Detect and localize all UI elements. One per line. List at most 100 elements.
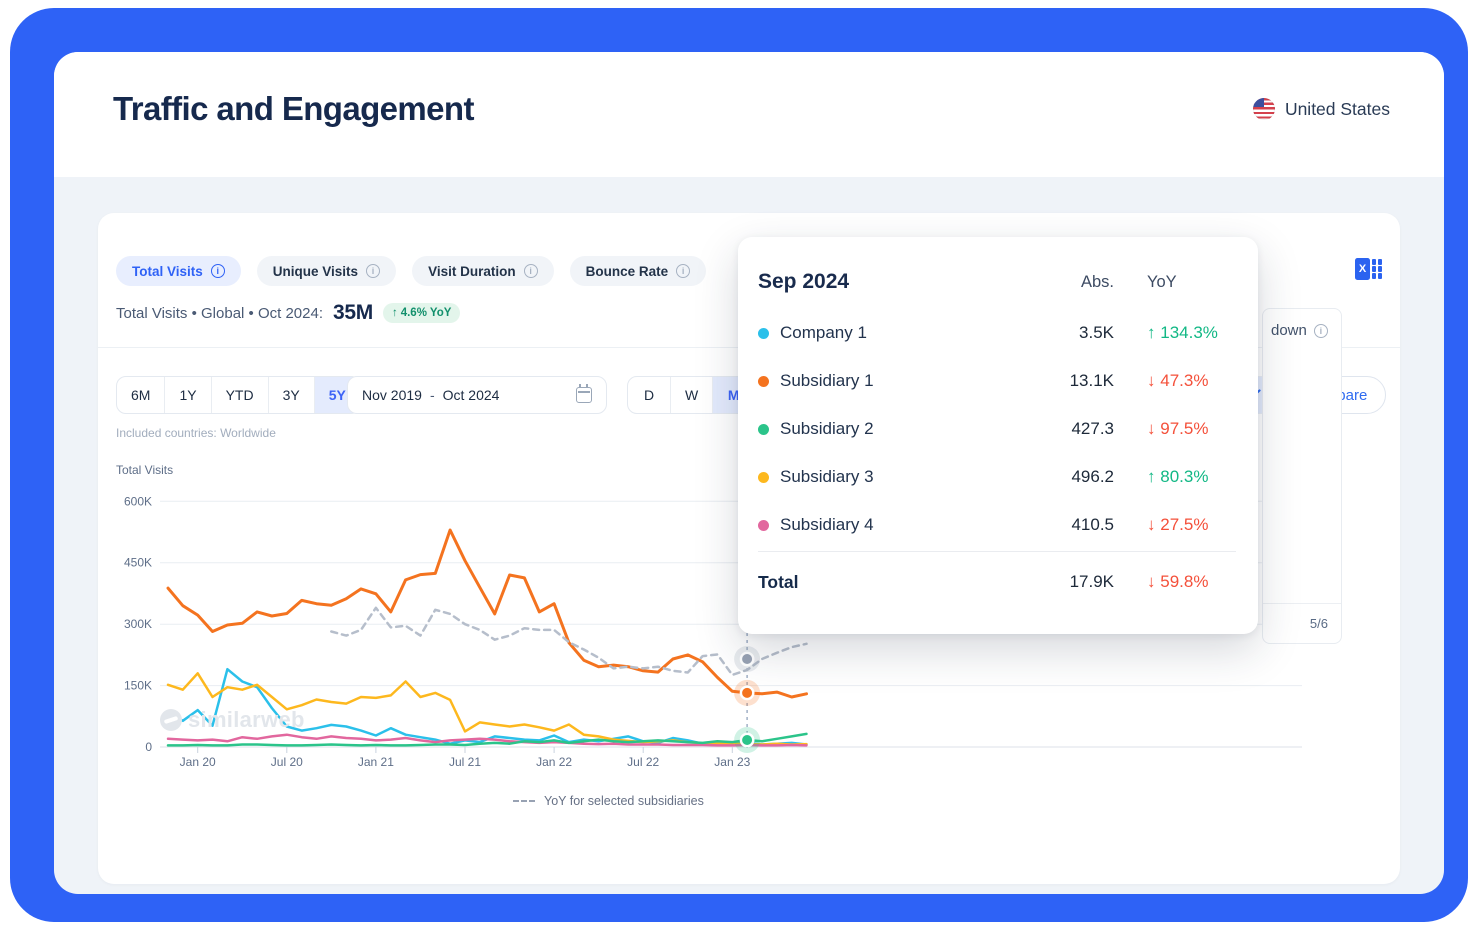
trend-arrow-icon: ↓: [1147, 371, 1156, 390]
yoy-value: ↑ 134.3%: [1147, 323, 1236, 343]
tab-total-visits[interactable]: Total Visits i: [116, 256, 241, 286]
yoy-value: ↑ 80.3%: [1147, 467, 1236, 487]
breakdown-panel-header: down i: [1263, 309, 1341, 352]
range-ytd[interactable]: YTD: [211, 377, 268, 413]
series-dot: [758, 424, 769, 435]
trend-arrow-icon: ↑: [1147, 323, 1156, 342]
tab-label: Unique Visits: [273, 264, 358, 279]
svg-text:450K: 450K: [124, 556, 152, 570]
panel-header-text: down: [1271, 322, 1307, 339]
tooltip-row-subsidiary-4: Subsidiary 4 410.5 ↓ 27.5%: [758, 501, 1236, 549]
page-title: Traffic and Engagement: [113, 90, 474, 128]
tooltip-col-abs: Abs.: [1024, 273, 1114, 292]
range-1y[interactable]: 1Y: [164, 377, 210, 413]
svg-text:Jan 20: Jan 20: [180, 755, 216, 769]
us-flag-icon: [1253, 98, 1275, 120]
svg-text:600K: 600K: [124, 494, 152, 508]
tooltip-header: Sep 2024 Abs. YoY: [758, 255, 1236, 309]
up-arrow-icon: ↑: [392, 307, 398, 319]
series-dot: [758, 376, 769, 387]
info-icon[interactable]: i: [676, 264, 690, 278]
country-label: United States: [1285, 99, 1390, 120]
tooltip-row-subsidiary-2: Subsidiary 2 427.3 ↓ 97.5%: [758, 405, 1236, 453]
yoy-badge: ↑ 4.6% YoY: [383, 303, 460, 323]
tab-unique-visits[interactable]: Unique Visits i: [257, 256, 396, 286]
tooltip-row-company-1: Company 1 3.5K ↑ 134.3%: [758, 309, 1236, 357]
granularity-week[interactable]: W: [670, 377, 712, 413]
summary-row: Total Visits • Global • Oct 2024: 35M ↑ …: [116, 301, 460, 325]
excel-export-icon[interactable]: X: [1355, 258, 1382, 280]
tab-bounce-rate[interactable]: Bounce Rate i: [570, 256, 707, 286]
yoy-value: ↓ 97.5%: [1147, 419, 1236, 439]
series-dot: [758, 520, 769, 531]
included-countries-note: Included countries: Worldwide: [116, 426, 276, 440]
svg-text:Jan 22: Jan 22: [536, 755, 572, 769]
tab-visit-duration[interactable]: Visit Duration i: [412, 256, 554, 286]
date-to: Oct 2024: [443, 387, 500, 403]
trend-arrow-icon: ↓: [1147, 515, 1156, 534]
date-separator: -: [430, 387, 435, 403]
series-dot: [758, 472, 769, 483]
total-yoy-value: ↓ 59.8%: [1147, 572, 1236, 592]
panel-pagination: 5/6: [1263, 603, 1341, 643]
summary-value: 35M: [333, 301, 373, 325]
range-3y[interactable]: 3Y: [268, 377, 314, 413]
tooltip-total-row: Total 17.9K ↓ 59.8%: [758, 552, 1236, 608]
trend-arrow-icon: ↑: [1147, 467, 1156, 486]
yoy-value: ↓ 27.5%: [1147, 515, 1236, 535]
chart-legend: YoY for selected subsidiaries: [513, 794, 704, 808]
tooltip-row-subsidiary-1: Subsidiary 1 13.1K ↓ 47.3%: [758, 357, 1236, 405]
granularity-day[interactable]: D: [628, 377, 670, 413]
info-icon[interactable]: i: [1314, 324, 1328, 338]
range-6m[interactable]: 6M: [117, 377, 164, 413]
summary-label: Total Visits • Global • Oct 2024:: [116, 305, 323, 322]
chart-hover-tooltip: Sep 2024 Abs. YoY Company 1 3.5K ↑ 134.3…: [738, 237, 1258, 634]
series-name: Subsidiary 4: [780, 515, 1024, 535]
screenshot-canvas: Traffic and Engagement United States Tot…: [0, 0, 1478, 930]
series-dot: [758, 328, 769, 339]
tooltip-row-subsidiary-3: Subsidiary 3 496.2 ↑ 80.3%: [758, 453, 1236, 501]
date-from: Nov 2019: [362, 387, 422, 403]
country-selector[interactable]: United States: [1253, 98, 1390, 120]
trend-arrow-icon: ↓: [1147, 572, 1156, 591]
metric-tabs: Total Visits i Unique Visits i Visit Dur…: [116, 256, 706, 286]
svg-text:Jul 20: Jul 20: [271, 755, 303, 769]
svg-text:150K: 150K: [124, 679, 152, 693]
series-name: Subsidiary 3: [780, 467, 1024, 487]
abs-value: 3.5K: [1024, 323, 1114, 343]
yoy-badge-text: 4.6% YoY: [401, 307, 452, 319]
tab-label: Bounce Rate: [586, 264, 669, 279]
abs-value: 13.1K: [1024, 371, 1114, 391]
calendar-icon[interactable]: [576, 387, 592, 403]
pagination-label: 5/6: [1310, 616, 1328, 631]
excel-grid-glyph: [1372, 259, 1382, 279]
svg-text:300K: 300K: [124, 617, 152, 631]
series-name: Subsidiary 2: [780, 419, 1024, 439]
svg-text:Jan 23: Jan 23: [714, 755, 750, 769]
series-name: Company 1: [780, 323, 1024, 343]
svg-text:Jul 21: Jul 21: [449, 755, 481, 769]
svg-text:0: 0: [145, 740, 152, 754]
app-frame: Traffic and Engagement United States Tot…: [10, 8, 1468, 922]
abs-value: 496.2: [1024, 467, 1114, 487]
info-icon[interactable]: i: [366, 264, 380, 278]
tooltip-col-yoy: YoY: [1147, 273, 1236, 292]
abs-value: 410.5: [1024, 515, 1114, 535]
svg-text:Jul 22: Jul 22: [627, 755, 659, 769]
series-name: Subsidiary 1: [780, 371, 1024, 391]
app-header: Traffic and Engagement United States: [54, 52, 1444, 177]
legend-label: YoY for selected subsidiaries: [544, 794, 704, 808]
range-segmented-control: 6M 1Y YTD 3Y 5Y: [116, 376, 361, 414]
dashed-line-icon: [513, 800, 535, 802]
app-window: Traffic and Engagement United States Tot…: [54, 52, 1444, 894]
date-range-picker[interactable]: Nov 2019 - Oct 2024: [347, 376, 607, 414]
breakdown-panel-partial: down i 5/6: [1262, 308, 1342, 644]
total-label: Total: [758, 572, 1024, 593]
abs-value: 427.3: [1024, 419, 1114, 439]
excel-x-glyph: X: [1355, 258, 1370, 280]
info-icon[interactable]: i: [211, 264, 225, 278]
tooltip-title: Sep 2024: [758, 270, 1024, 294]
info-icon[interactable]: i: [524, 264, 538, 278]
tab-label: Visit Duration: [428, 264, 516, 279]
trend-arrow-icon: ↓: [1147, 419, 1156, 438]
